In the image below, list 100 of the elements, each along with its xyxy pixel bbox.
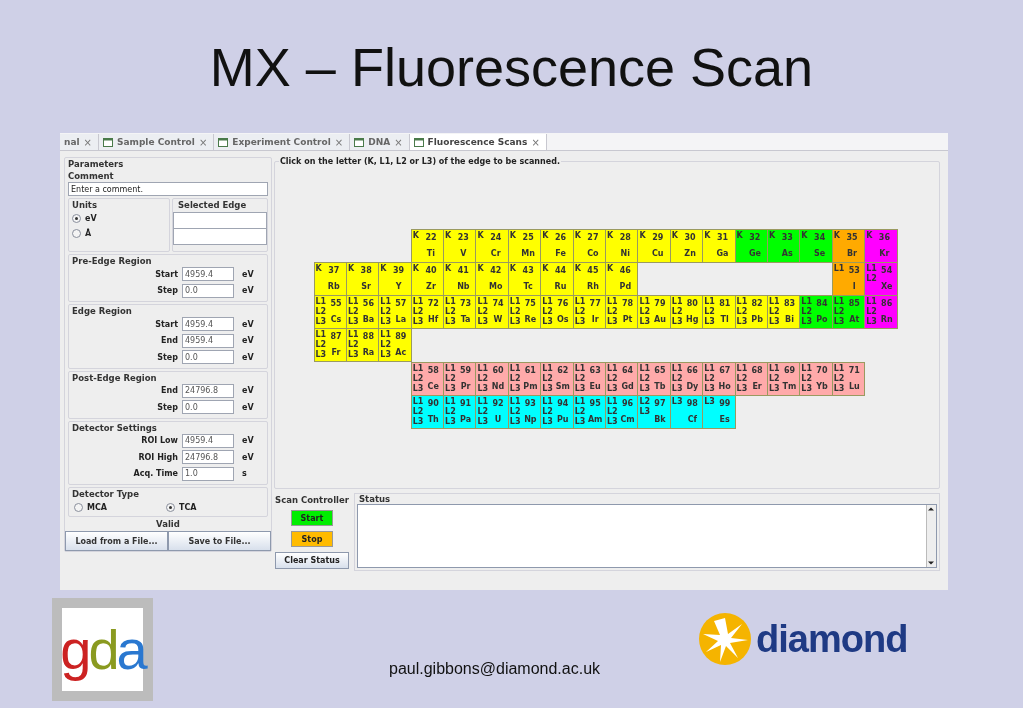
edge-link[interactable]: L2 [607, 306, 618, 317]
close-button[interactable]: × [531, 136, 540, 148]
detector-radio[interactable]: TCA [166, 501, 258, 514]
edge-link[interactable]: K [477, 230, 484, 241]
scan-button[interactable]: Start [291, 510, 333, 526]
edge-link[interactable]: L2 [801, 306, 813, 317]
edge-link[interactable]: L1 [574, 363, 586, 374]
edge-link[interactable]: L2 [736, 373, 748, 384]
edge-link[interactable]: L2 [315, 306, 327, 317]
edge-link[interactable]: L2 [704, 306, 715, 317]
edge-link[interactable]: K [768, 230, 776, 241]
edge-link[interactable]: L2 [639, 306, 651, 317]
edge-link[interactable]: L1 [542, 296, 553, 307]
edge-link[interactable]: L2 [574, 306, 586, 317]
edge-link[interactable]: L3 [542, 416, 553, 427]
edge-link[interactable]: K [574, 263, 581, 274]
input-field[interactable]: 4959.4 [182, 333, 234, 348]
edge-link[interactable]: L3 [639, 383, 651, 394]
edge-link[interactable]: L1 [671, 296, 683, 307]
input-field[interactable]: 0.0 [182, 350, 234, 365]
close-button[interactable]: × [334, 136, 344, 148]
edge-link[interactable]: L2 [704, 373, 715, 384]
edge-link[interactable]: L1 [866, 263, 877, 274]
edge-link[interactable]: L1 [412, 396, 424, 407]
edge-link[interactable]: K [704, 230, 711, 241]
unit-radio[interactable]: eV [72, 212, 166, 225]
edge-link[interactable]: L2 [639, 373, 651, 384]
edge-link[interactable]: L2 [347, 306, 359, 317]
edge-link[interactable]: L2 [509, 406, 521, 417]
edge-link[interactable]: L3 [639, 316, 651, 327]
edge-link[interactable]: L3 [347, 316, 359, 327]
input-field[interactable]: 4959.4 [182, 433, 234, 448]
edge-link[interactable]: L2 [380, 306, 391, 317]
edge-link[interactable]: K [866, 230, 873, 241]
edge-link[interactable]: L3 [704, 396, 715, 407]
edge-link[interactable]: L1 [477, 363, 489, 374]
edge-link[interactable]: L1 [315, 296, 327, 307]
edge-link[interactable]: L1 [574, 396, 586, 407]
edge-link[interactable]: K [639, 230, 646, 241]
edge-link[interactable]: L1 [380, 296, 391, 307]
edge-link[interactable]: L1 [833, 296, 845, 307]
edge-link[interactable]: L1 [412, 296, 424, 307]
edge-link[interactable]: L2 [607, 373, 618, 384]
edge-link[interactable]: L2 [671, 306, 683, 317]
edge-link[interactable]: K [315, 263, 322, 274]
edge-link[interactable]: L2 [509, 373, 521, 384]
input-field[interactable]: 24796.8 [182, 450, 234, 465]
edge-link[interactable]: L2 [768, 306, 780, 317]
edge-link[interactable]: L1 [574, 296, 586, 307]
edge-link[interactable]: K [445, 263, 452, 274]
unit-radio[interactable]: Å [72, 227, 166, 240]
edge-link[interactable]: L3 [768, 316, 780, 327]
edge-link[interactable]: L1 [445, 396, 456, 407]
edge-link[interactable]: L3 [833, 383, 845, 394]
edge-link[interactable]: L1 [315, 329, 327, 340]
edge-link[interactable]: L1 [509, 363, 521, 374]
edge-link[interactable]: L3 [768, 383, 780, 394]
edge-link[interactable]: L1 [833, 263, 845, 274]
edge-link[interactable]: L1 [607, 296, 618, 307]
edge-link[interactable]: L3 [574, 416, 586, 427]
edge-link[interactable]: L1 [542, 396, 553, 407]
edge-link[interactable]: L3 [639, 406, 651, 417]
scroll-down-icon[interactable] [927, 559, 935, 567]
input-field[interactable]: 0.0 [182, 400, 234, 415]
edge-link[interactable]: K [477, 263, 484, 274]
edge-link[interactable]: L3 [380, 316, 391, 327]
edge-link[interactable]: L3 [736, 383, 748, 394]
comment-field[interactable]: Enter a comment. [68, 182, 268, 196]
edge-link[interactable]: L3 [315, 349, 327, 360]
edge-link[interactable]: K [509, 230, 517, 241]
edge-link[interactable]: L3 [607, 316, 618, 327]
edge-link[interactable]: L3 [347, 349, 359, 360]
edge-link[interactable]: L1 [477, 396, 489, 407]
scrollbar[interactable] [926, 505, 936, 567]
edge-link[interactable]: L2 [380, 339, 391, 350]
edge-link[interactable]: K [509, 263, 517, 274]
edge-link[interactable]: L1 [671, 363, 683, 374]
edge-link[interactable]: L1 [768, 296, 780, 307]
edge-link[interactable]: L3 [574, 383, 586, 394]
edge-link[interactable]: L3 [671, 316, 683, 327]
input-field[interactable]: 1.0 [182, 466, 234, 481]
edge-link[interactable]: L2 [574, 406, 586, 417]
edge-link[interactable]: L3 [542, 316, 553, 327]
close-button[interactable]: × [83, 136, 92, 148]
edge-link[interactable]: K [445, 230, 452, 241]
edge-link[interactable]: L1 [866, 296, 877, 307]
edge-link[interactable]: L1 [347, 296, 359, 307]
edge-link[interactable]: L1 [768, 363, 780, 374]
edge-link[interactable]: L2 [477, 306, 489, 317]
input-field[interactable]: 4959.4 [182, 267, 234, 282]
close-button[interactable]: × [394, 136, 403, 148]
input-field[interactable] [173, 228, 267, 245]
edge-link[interactable]: L2 [801, 373, 813, 384]
tab[interactable]: Sample Control × [98, 134, 215, 150]
edge-link[interactable]: K [542, 230, 549, 241]
edge-link[interactable]: K [574, 230, 581, 241]
edge-link[interactable]: L2 [866, 306, 877, 317]
edge-link[interactable]: K [607, 263, 614, 274]
edge-link[interactable]: L2 [412, 306, 424, 317]
edge-link[interactable]: L3 [477, 416, 489, 427]
